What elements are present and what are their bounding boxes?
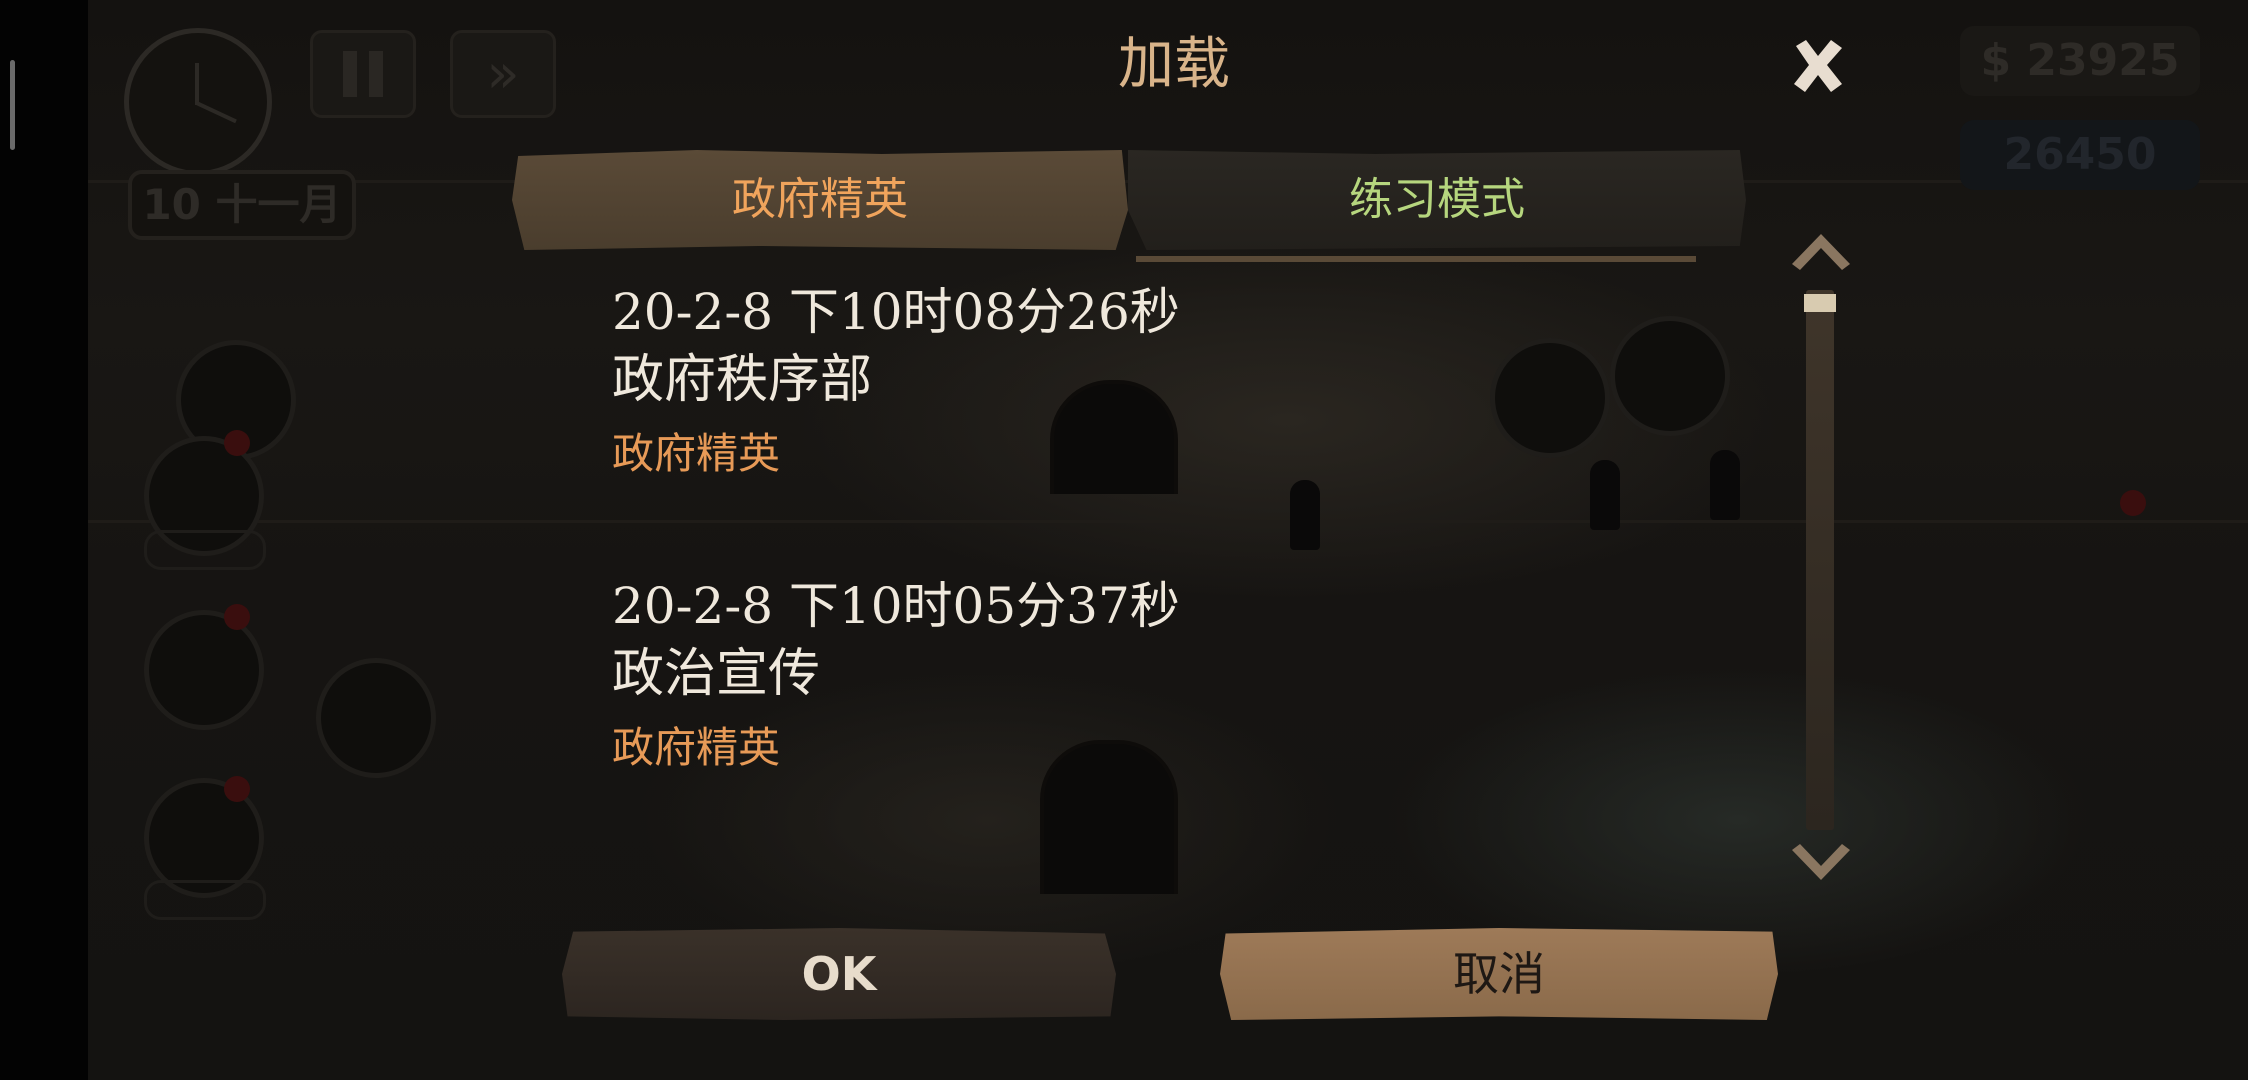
- background-figure: [1590, 460, 1620, 530]
- edge-handle: [10, 60, 15, 150]
- close-button[interactable]: [1784, 32, 1852, 100]
- notification-dot: [224, 430, 250, 456]
- dialog-title: 加载: [1118, 32, 1230, 97]
- ok-button[interactable]: OK: [562, 928, 1116, 1020]
- save-slot[interactable]: 20-2-8 下10时08分26秒 政府秩序部 政府精英: [612, 280, 1512, 484]
- save-timestamp: 20-2-8 下10时05分37秒: [612, 577, 1180, 635]
- scrollbar-thumb[interactable]: [1804, 294, 1836, 312]
- tab-government-elite[interactable]: 政府精英: [512, 150, 1128, 250]
- chevron-up-icon: [1792, 234, 1850, 270]
- notification-dot: [224, 776, 250, 802]
- tab-divider: [1136, 256, 1696, 262]
- character-avatar: [144, 610, 264, 730]
- save-timestamp: 20-2-8 下10时08分26秒: [612, 283, 1180, 341]
- scroll-up-button[interactable]: [1786, 222, 1856, 272]
- notification-dot: [2120, 490, 2146, 516]
- search-gear-icon: [1610, 316, 1730, 436]
- character-status: [144, 880, 266, 920]
- background-figure: [1710, 450, 1740, 520]
- fast-forward-icon: »: [450, 30, 556, 118]
- background-beam: [88, 520, 2248, 523]
- cancel-button[interactable]: 取消: [1220, 928, 1778, 1020]
- save-slot[interactable]: 20-2-8 下10时05分37秒 政治宣传 政府精英: [612, 574, 1512, 778]
- clock-icon: [124, 28, 272, 176]
- notification-dot: [224, 604, 250, 630]
- background-figure: [1290, 480, 1320, 550]
- character-status: [144, 530, 266, 570]
- screen-left-edge: [0, 0, 88, 1080]
- money-counter: $ 23925: [1960, 26, 2200, 96]
- milk-carton-icon: [316, 658, 436, 778]
- close-icon: [1794, 40, 1842, 92]
- save-mode: 政府精英: [612, 429, 781, 478]
- save-mode: 政府精英: [612, 723, 781, 772]
- pause-icon: [310, 30, 416, 118]
- tab-practice-mode[interactable]: 练习模式: [1128, 150, 1746, 250]
- scroll-down-button[interactable]: [1786, 842, 1856, 892]
- save-name: 政治宣传: [612, 644, 821, 704]
- coin-counter: 26450: [1960, 120, 2200, 190]
- chevron-down-icon: [1792, 844, 1850, 880]
- save-name: 政府秩序部: [612, 350, 873, 410]
- game-date: 10 十一月: [128, 170, 356, 240]
- scrollbar-track[interactable]: [1806, 290, 1834, 830]
